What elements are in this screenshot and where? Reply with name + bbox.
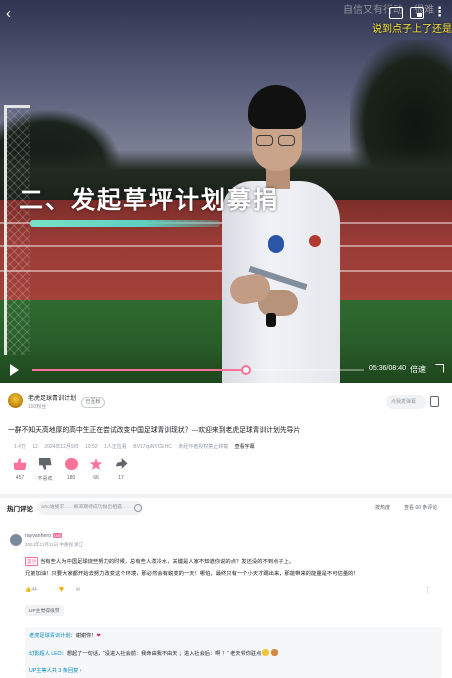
publish-date: 2024年12月9日	[44, 444, 79, 450]
sort-button[interactable]: 按热度	[375, 504, 390, 511]
uploader-fans: 150粉丝	[28, 404, 47, 410]
danmaku-count: 12	[32, 444, 38, 450]
comment-dislike-icon[interactable]: 👎	[58, 587, 64, 593]
reply-item[interactable]: 幻影超人 LEO：想起了一句话，“没进入社会前：我命由我不由天 ；进入社会后：啊…	[29, 649, 279, 657]
watching-count: 1人正在看	[104, 444, 127, 450]
pinned-badge: 置顶	[25, 557, 38, 566]
person-in-video	[210, 85, 360, 383]
reply-item[interactable]: 老虎足球青训计划：谢谢你！❤	[29, 632, 101, 639]
follow-button[interactable]: 已互粉	[81, 397, 105, 408]
uploader-row: 老虎足球青训计划 150粉丝 已互粉 点我发弹幕	[0, 388, 452, 414]
views: 1.4万	[14, 444, 26, 450]
danmaku-input[interactable]: 点我发弹幕	[386, 395, 426, 409]
publish-time: 19:52	[85, 444, 98, 450]
comment-user[interactable]: rayvanhero LV6	[25, 533, 62, 539]
danmaku-comment: 说到点子上了还是要扫	[372, 24, 452, 35]
bvid: BV17xpNYCEHC	[133, 444, 172, 450]
cast-icon[interactable]	[389, 7, 403, 19]
avatar[interactable]	[10, 534, 22, 546]
progress-knob[interactable]	[241, 365, 252, 375]
back-icon[interactable]: ‹	[6, 6, 18, 22]
reply-box: 老虎足球青训计划：谢谢你！❤ 幻影超人 LEO：想起了一句话，“没进入社会前：我…	[25, 627, 442, 678]
comment-time: 2024年12月11日 中重视 浙江	[25, 542, 84, 547]
play-icon[interactable]	[10, 364, 19, 376]
fullscreen-icon[interactable]	[435, 364, 444, 373]
goal-net	[4, 105, 30, 355]
player-controls: 05:36/08:40 倍速	[0, 356, 452, 383]
more-icon[interactable]: ⋮	[433, 5, 447, 19]
star-icon	[89, 458, 103, 470]
comment-actions: 👍44 👎 ✉ ⋮	[25, 587, 445, 597]
progress-fill	[32, 369, 247, 371]
repost-warning: 未经作者授权禁止转载	[178, 444, 229, 450]
video-overlay-title: 二、发起草坪计划募捐	[19, 187, 279, 214]
time-display: 05:36/08:40	[369, 365, 406, 372]
overlay-underline	[30, 220, 220, 227]
pip-icon[interactable]	[410, 7, 424, 19]
comment-reply-icon[interactable]: ✉	[76, 587, 80, 593]
video-player[interactable]: 二、发起草坪计划募捐 ‹ 自信又有行动 很难 说到点子上了还是要扫 ⋮ 05:3…	[0, 0, 452, 383]
comment-like-button[interactable]: 👍44	[25, 587, 47, 593]
avatar[interactable]	[8, 393, 23, 408]
video-title: 一群不知天高地厚的高中生正在尝试改变中国足球青训现状？---欢迎来到老虎足球青训…	[8, 427, 301, 434]
emoji-icon[interactable]	[134, 504, 142, 512]
up-liked-badge: UP主觉得很赞	[25, 605, 64, 616]
thumbs-down-icon	[38, 458, 52, 470]
video-meta: 1.4万 12 2024年12月9日 19:52 1人正在看 BV17xpNYC…	[14, 443, 444, 450]
view-all-comments[interactable]: 查看 60 条评论	[404, 504, 437, 511]
divider	[0, 494, 452, 498]
danmaku-toggle-icon[interactable]	[430, 396, 439, 407]
more-icon[interactable]: ⋮	[424, 586, 431, 594]
progress-bar[interactable]	[32, 365, 364, 375]
tab-hot-comments[interactable]: 热门评论	[7, 503, 33, 513]
uploader-name[interactable]: 老虎足球青训计划	[28, 393, 76, 402]
speed-button[interactable]: 倍速	[410, 364, 426, 375]
comment-input[interactable]: who谁播求……概率期待成功抛出相遇……	[37, 501, 143, 515]
subtitle-link[interactable]: 查看字幕	[235, 444, 255, 450]
coin-icon	[64, 458, 78, 470]
action-bar: 457 不喜欢 180 66 17	[0, 458, 452, 488]
share-icon	[115, 458, 128, 469]
comments-header: 热门评论 who谁播求……概率期待成功抛出相遇…… 按热度 查看 60 条评论	[0, 500, 452, 518]
thumbs-up-icon	[13, 458, 27, 470]
more-replies-link[interactable]: UP主等人共 3 条回复 ›	[29, 667, 81, 674]
comment-body: 置顶 当有些人为中国足球烧些努力的时候，总有些人泼冷水，关键是人家不知道你说的点？…	[25, 557, 359, 577]
share-button[interactable]: 17	[106, 458, 136, 481]
player-topbar: ‹ 自信又有行动 很难 说到点子上了还是要扫 ⋮	[0, 0, 452, 36]
